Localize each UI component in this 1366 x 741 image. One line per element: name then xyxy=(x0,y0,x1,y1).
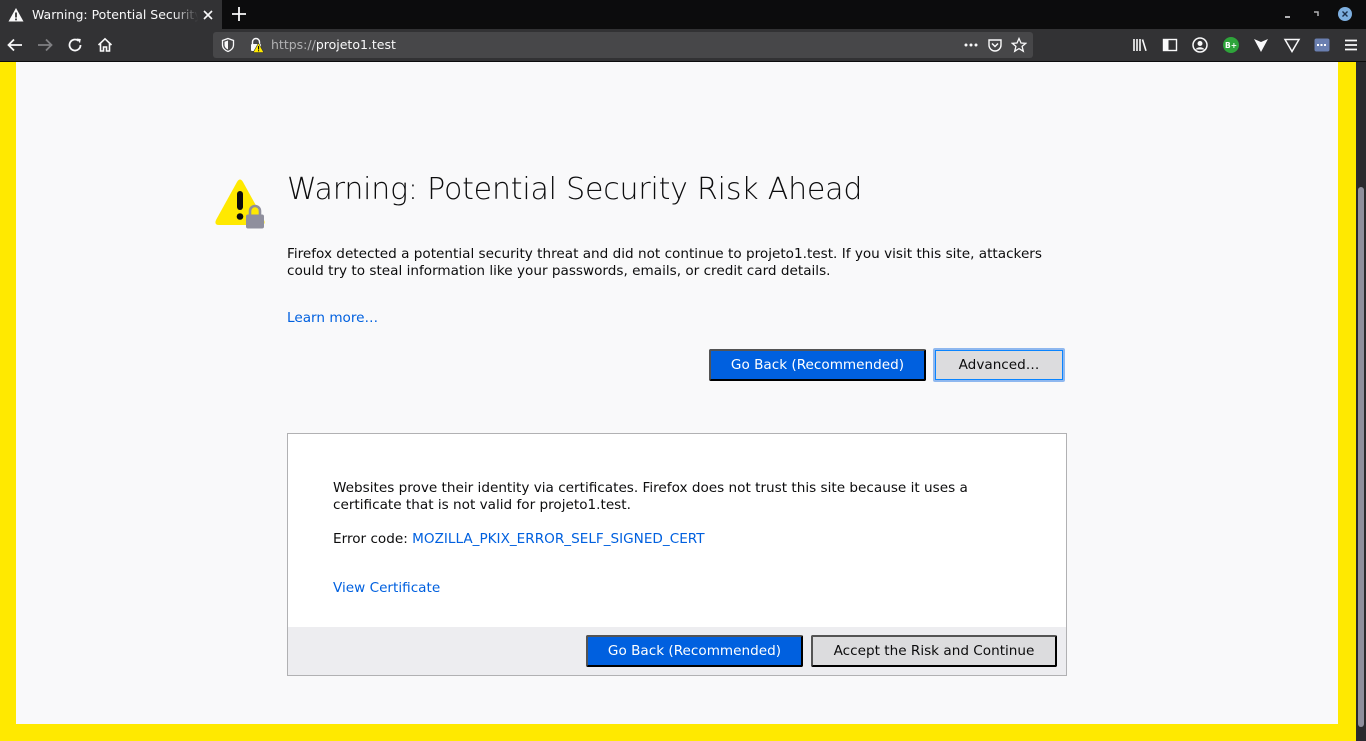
forward-icon[interactable] xyxy=(36,36,54,54)
page-actions-icon[interactable] xyxy=(963,37,979,53)
extension-icon[interactable] xyxy=(1313,36,1331,54)
error-code-line: Error code: MOZILLA_PKIX_ERROR_SELF_SIGN… xyxy=(333,531,705,547)
sidebar-icon[interactable] xyxy=(1161,36,1179,54)
extension-badge-icon[interactable]: B+ xyxy=(1222,36,1240,54)
warning-page-frame: Warning: Potential Security Risk Ahead F… xyxy=(0,62,1356,741)
view-certificate-link[interactable]: View Certificate xyxy=(333,580,440,596)
pocket-icon[interactable] xyxy=(987,37,1003,53)
reload-icon[interactable] xyxy=(66,36,84,54)
learn-more-link[interactable]: Learn more… xyxy=(287,310,378,326)
page-title: Warning: Potential Security Risk Ahead xyxy=(287,172,863,207)
url-host: projeto1.test xyxy=(315,37,396,52)
menu-icon[interactable] xyxy=(1342,36,1360,54)
account-icon[interactable] xyxy=(1191,36,1209,54)
back-icon[interactable] xyxy=(6,36,24,54)
warning-description: Firefox detected a potential security th… xyxy=(287,246,1042,279)
restore-icon[interactable] xyxy=(1309,7,1323,21)
minimize-icon[interactable] xyxy=(1281,7,1295,21)
vpn-extension-icon[interactable] xyxy=(1283,36,1301,54)
security-warning-icon xyxy=(215,179,265,229)
library-icon[interactable] xyxy=(1131,36,1149,54)
tab-title: Warning: Potential Security Risk Ahead xyxy=(32,7,198,22)
go-back-button[interactable]: Go Back (Recommended) xyxy=(709,349,926,381)
url-text[interactable]: https://projeto1.test xyxy=(271,37,396,52)
shield-extension-icon[interactable] xyxy=(1252,36,1270,54)
advanced-panel-footer: Go Back (Recommended) Accept the Risk an… xyxy=(288,627,1066,675)
tracking-protection-shield-icon[interactable] xyxy=(220,37,236,53)
insecure-lock-icon[interactable] xyxy=(248,37,264,53)
home-icon[interactable] xyxy=(96,36,114,54)
panel-go-back-button[interactable]: Go Back (Recommended) xyxy=(586,635,803,667)
warning-icon xyxy=(8,7,24,21)
accept-risk-button[interactable]: Accept the Risk and Continue xyxy=(811,635,1057,667)
url-scheme: https:// xyxy=(271,37,316,52)
tab-active[interactable]: Warning: Potential Security Risk Ahead xyxy=(0,0,222,29)
page-scrollbar[interactable] xyxy=(1356,62,1366,741)
certificate-explanation: Websites prove their identity via certif… xyxy=(333,480,968,513)
close-window-icon[interactable] xyxy=(1338,7,1352,21)
advanced-button[interactable]: Advanced… xyxy=(933,348,1065,382)
advanced-panel: Websites prove their identity via certif… xyxy=(287,433,1067,676)
warning-page: Warning: Potential Security Risk Ahead F… xyxy=(16,62,1338,724)
nav-toolbar: https://projeto1.test B+ xyxy=(0,29,1366,62)
bookmark-star-icon[interactable] xyxy=(1011,37,1027,53)
extension-badge-label: B+ xyxy=(1225,41,1237,50)
error-code-label: Error code: xyxy=(333,531,413,547)
scrollbar-thumb[interactable] xyxy=(1358,187,1364,727)
url-bar[interactable]: https://projeto1.test xyxy=(213,32,1033,58)
tab-strip: Warning: Potential Security Risk Ahead xyxy=(0,0,1366,29)
error-code-link[interactable]: MOZILLA_PKIX_ERROR_SELF_SIGNED_CERT xyxy=(412,531,704,547)
close-tab-icon[interactable] xyxy=(200,7,216,23)
new-tab-icon[interactable] xyxy=(230,5,248,23)
